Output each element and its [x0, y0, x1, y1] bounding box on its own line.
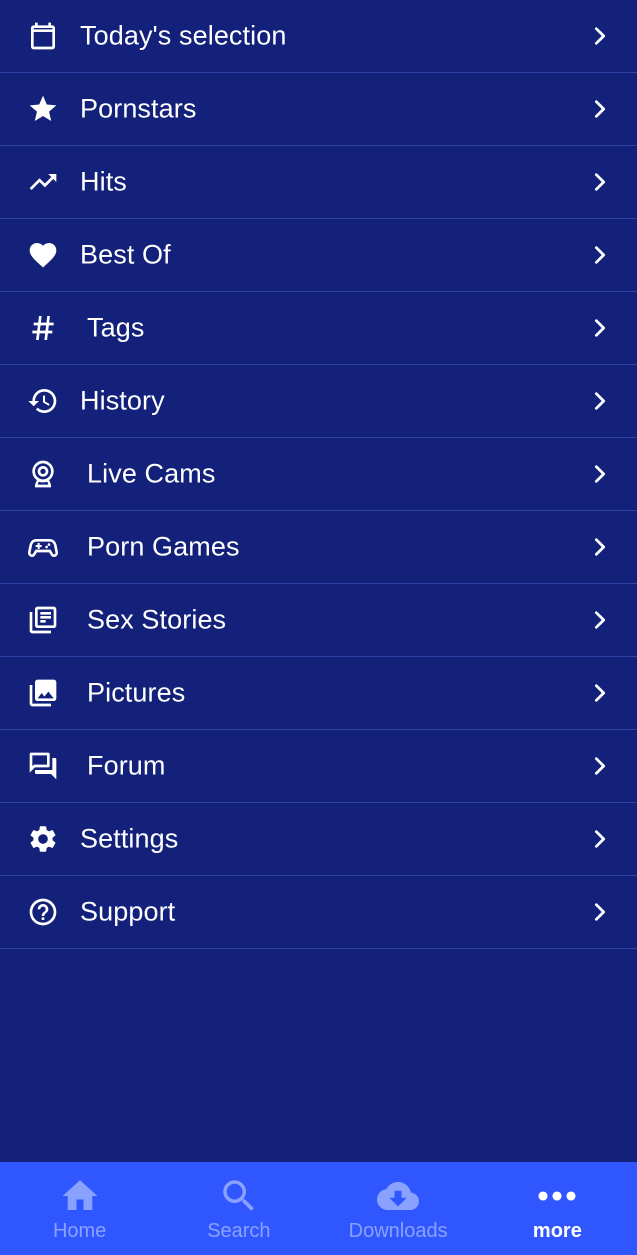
gamepad-icon	[26, 530, 60, 564]
menu-item-label: Tags	[87, 312, 145, 343]
nav-item-more[interactable]: more	[478, 1162, 637, 1255]
chevron-right-icon	[589, 317, 611, 339]
chevron-right-icon	[589, 463, 611, 485]
menu-item-label: Settings	[80, 823, 179, 854]
nav-item-search[interactable]: Search	[159, 1162, 318, 1255]
history-icon	[26, 384, 60, 418]
webcam-icon	[26, 457, 60, 491]
stories-icon	[26, 603, 60, 637]
menu-item-support[interactable]: Support	[0, 876, 637, 949]
help-circle-icon	[26, 895, 60, 929]
chevron-right-icon	[589, 171, 611, 193]
forum-icon	[26, 749, 60, 783]
pictures-icon	[26, 676, 60, 710]
menu-item-label: Live Cams	[87, 458, 216, 489]
menu-item-label: Support	[80, 896, 176, 927]
chevron-right-icon	[589, 682, 611, 704]
menu-item-live-cams[interactable]: Live Cams	[0, 438, 637, 511]
menu-item-label: History	[80, 385, 165, 416]
menu-item-tags[interactable]: Tags	[0, 292, 637, 365]
menu-item-hits[interactable]: Hits	[0, 146, 637, 219]
trending-up-icon	[26, 165, 60, 199]
chevron-right-icon	[589, 901, 611, 923]
chevron-right-icon	[589, 609, 611, 631]
nav-label-downloads: Downloads	[348, 1220, 448, 1242]
hashtag-icon	[26, 311, 60, 345]
nav-label-search: Search	[207, 1220, 271, 1242]
nav-item-downloads[interactable]: Downloads	[319, 1162, 478, 1255]
chevron-right-icon	[589, 390, 611, 412]
menu-item-settings[interactable]: Settings	[0, 803, 637, 876]
more-menu-screen: Today's selection Pornstars Hits Best Of	[0, 0, 637, 1255]
menu-item-label: Pictures	[87, 677, 186, 708]
chevron-right-icon	[589, 98, 611, 120]
bottom-navigation-bar: Home Search Downloads more	[0, 1162, 637, 1255]
menu-item-sex-stories[interactable]: Sex Stories	[0, 584, 637, 657]
menu-item-pornstars[interactable]: Pornstars	[0, 73, 637, 146]
menu-item-label: Sex Stories	[87, 604, 227, 635]
chevron-right-icon	[589, 828, 611, 850]
nav-item-home[interactable]: Home	[0, 1162, 159, 1255]
menu-item-forum[interactable]: Forum	[0, 730, 637, 803]
cloud-download-icon	[376, 1174, 420, 1218]
more-menu-list: Today's selection Pornstars Hits Best Of	[0, 0, 637, 949]
menu-item-label: Forum	[87, 750, 166, 781]
chevron-right-icon	[589, 755, 611, 777]
menu-item-label: Pornstars	[80, 93, 197, 124]
menu-item-best-of[interactable]: Best Of	[0, 219, 637, 292]
chevron-right-icon	[589, 25, 611, 47]
menu-item-history[interactable]: History	[0, 365, 637, 438]
menu-item-porn-games[interactable]: Porn Games	[0, 511, 637, 584]
nav-label-home: Home	[52, 1220, 107, 1242]
chevron-right-icon	[589, 536, 611, 558]
menu-item-label: Best Of	[80, 239, 171, 270]
calendar-icon	[26, 19, 60, 53]
home-icon	[58, 1174, 102, 1218]
menu-item-label: Hits	[80, 166, 127, 197]
nav-label-more: more	[532, 1220, 582, 1242]
more-dots-icon	[535, 1174, 579, 1218]
menu-item-label: Today's selection	[80, 20, 287, 51]
star-icon	[26, 92, 60, 126]
gear-icon	[26, 822, 60, 856]
menu-item-todays-selection[interactable]: Today's selection	[0, 0, 637, 73]
menu-item-pictures[interactable]: Pictures	[0, 657, 637, 730]
menu-item-label: Porn Games	[87, 531, 240, 562]
heart-icon	[26, 238, 60, 272]
chevron-right-icon	[589, 244, 611, 266]
search-icon	[217, 1174, 261, 1218]
